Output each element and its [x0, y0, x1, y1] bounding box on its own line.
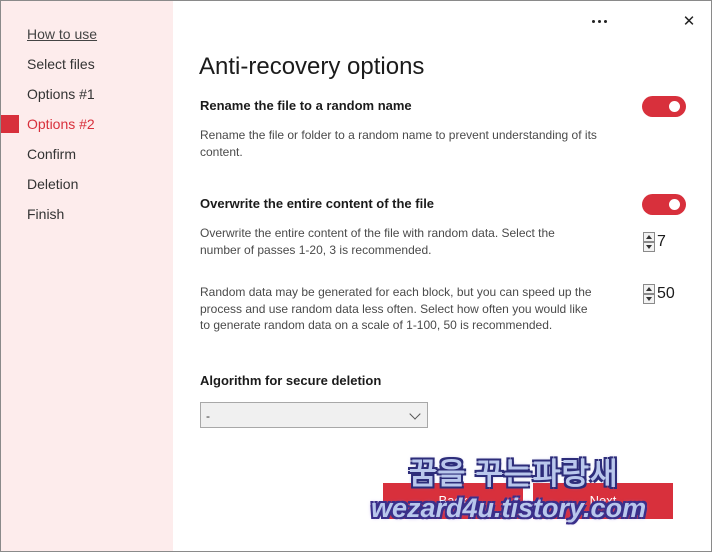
- close-icon: ✕: [682, 13, 696, 30]
- page-title: Anti-recovery options: [199, 53, 425, 80]
- toggle-knob: [669, 199, 680, 210]
- sidebar-item-how-to-use[interactable]: How to use: [27, 26, 97, 42]
- more-options-button[interactable]: [585, 9, 613, 33]
- rename-description: Rename the file or folder to a random na…: [200, 128, 597, 159]
- more-horizontal-icon: [591, 19, 607, 23]
- app-window: How to use Select files Options #1 Optio…: [0, 0, 712, 552]
- rename-toggle[interactable]: [642, 96, 686, 117]
- watermark-url: wezard4u.tistory.com: [371, 493, 647, 523]
- random-frequency-value[interactable]: 50: [657, 285, 675, 303]
- sidebar-item-finish[interactable]: Finish: [27, 206, 64, 222]
- chevron-down-icon: [409, 408, 421, 420]
- random-data-description: Random data may be generated for each bl…: [200, 285, 592, 332]
- increment-icon[interactable]: [643, 232, 655, 242]
- sidebar-item-options-2[interactable]: Options #2: [27, 116, 95, 132]
- decrement-icon[interactable]: [643, 242, 655, 252]
- rename-option-title: Rename the file to a random name: [200, 98, 412, 113]
- decrement-icon[interactable]: [643, 294, 655, 304]
- increment-icon[interactable]: [643, 284, 655, 294]
- algorithm-selected-value: -: [206, 409, 210, 423]
- sidebar-item-deletion[interactable]: Deletion: [27, 176, 78, 192]
- algorithm-select[interactable]: -: [200, 402, 428, 428]
- sidebar-item-options-1[interactable]: Options #1: [27, 86, 95, 102]
- toggle-knob: [669, 101, 680, 112]
- sidebar-item-select-files[interactable]: Select files: [27, 56, 95, 72]
- random-frequency-stepper[interactable]: 50: [643, 284, 685, 304]
- passes-description: Overwrite the entire content of the file…: [200, 226, 555, 257]
- passes-stepper[interactable]: 7: [643, 232, 685, 252]
- algorithm-label: Algorithm for secure deletion: [200, 373, 382, 388]
- active-step-marker: [1, 115, 19, 133]
- sidebar-item-confirm[interactable]: Confirm: [27, 146, 76, 162]
- passes-value[interactable]: 7: [657, 233, 666, 251]
- close-button[interactable]: ✕: [675, 9, 703, 33]
- sidebar: How to use Select files Options #1 Optio…: [1, 1, 173, 551]
- watermark-text: 꿈을 꾸는파랑새: [409, 458, 619, 491]
- overwrite-toggle[interactable]: [642, 194, 686, 215]
- overwrite-option-title: Overwrite the entire content of the file: [200, 196, 435, 211]
